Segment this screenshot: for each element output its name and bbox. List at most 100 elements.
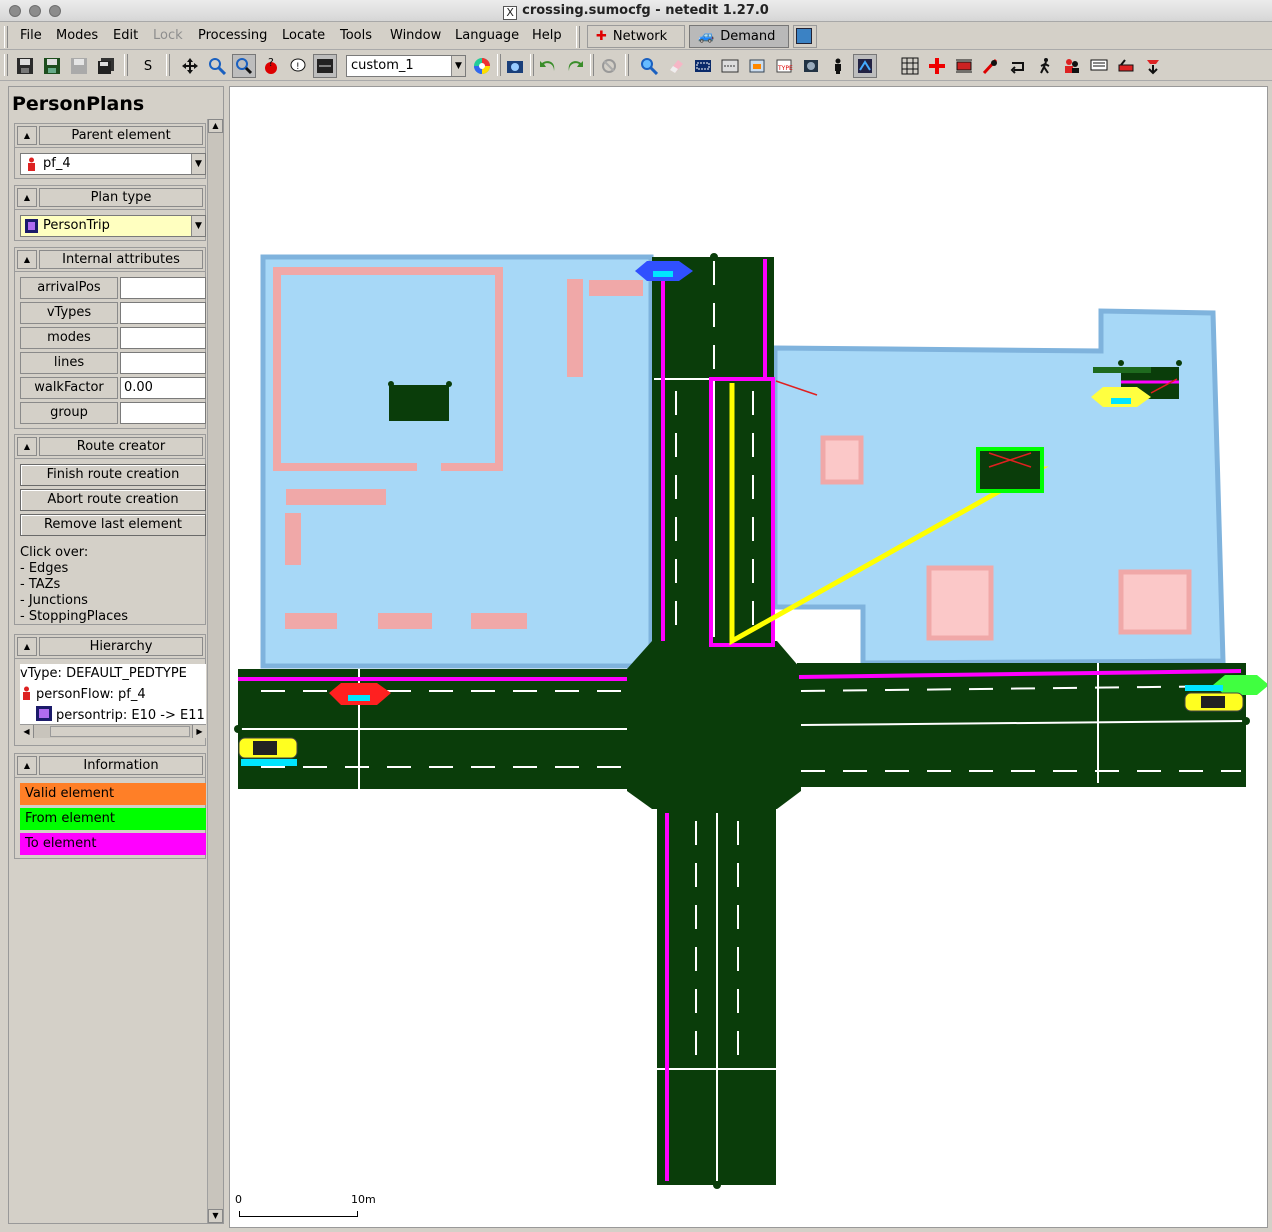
inspect-demand-button[interactable] <box>637 54 661 78</box>
scroll-left-icon[interactable]: ◀ <box>20 725 34 738</box>
group-input[interactable] <box>120 402 206 424</box>
delete-mode-button[interactable] <box>664 54 688 78</box>
save-demand-button[interactable] <box>94 54 118 78</box>
walkfactor-input[interactable]: 0.00 <box>120 377 206 399</box>
collapse-parent-element-button[interactable]: ▲ <box>17 126 37 145</box>
tooltip-button[interactable]: ! <box>286 54 310 78</box>
menu-processing[interactable]: Processing <box>198 28 267 43</box>
person-plan-mode-button[interactable] <box>853 54 877 78</box>
modes-input[interactable] <box>120 327 206 349</box>
person-plans-frame: PersonPlans ▲ ▼ ▲ Parent element pf_4 ▼ … <box>8 86 224 1224</box>
menu-modes[interactable]: Modes <box>56 28 98 43</box>
select-mode-button[interactable] <box>691 54 715 78</box>
toolbar-grip-7[interactable] <box>625 54 629 76</box>
network-canvas[interactable]: 0 10m <box>229 86 1268 1228</box>
scroll-thumb[interactable] <box>50 726 190 737</box>
taz-left[interactable] <box>260 254 654 669</box>
collapse-information-button[interactable]: ▲ <box>17 756 37 775</box>
attribute-label: lines <box>20 352 118 374</box>
transport-button[interactable] <box>1114 54 1138 78</box>
save-additionals-button[interactable] <box>67 54 91 78</box>
stop-mode-button[interactable] <box>799 54 823 78</box>
arrivalpos-input[interactable] <box>120 277 206 299</box>
supermode-grip[interactable] <box>576 26 580 48</box>
tree-item-vtype[interactable]: vType: DEFAULT_PEDTYPE <box>20 666 187 681</box>
hierarchy-horizontal-scrollbar[interactable]: ◀ ▶ <box>20 724 206 738</box>
color-scheme-select[interactable]: custom_1 ▼ <box>346 55 466 77</box>
junction-shape-button[interactable] <box>925 54 949 78</box>
save-all-button[interactable] <box>40 54 64 78</box>
collapse-internal-attributes-button[interactable]: ▲ <box>17 250 37 269</box>
parking-area[interactable] <box>389 385 449 421</box>
demand-mode-button[interactable]: 🚙 Demand <box>689 25 789 48</box>
loop-route-button[interactable] <box>1006 54 1030 78</box>
screenshot-button[interactable] <box>503 54 527 78</box>
undo-button[interactable] <box>536 54 560 78</box>
hierarchy-module: ▲ Hierarchy vType: DEFAULT_PEDTYPE perso… <box>14 634 206 746</box>
finish-route-button[interactable]: Finish route creation <box>20 464 206 486</box>
menu-language[interactable]: Language <box>455 28 519 43</box>
toolbar-grip-4[interactable] <box>497 54 501 76</box>
edit-coloring-button[interactable] <box>470 54 494 78</box>
menu-locate[interactable]: Locate <box>282 28 325 43</box>
network-mode-button[interactable]: ✚ Network <box>587 25 685 48</box>
menu-help[interactable]: Help <box>532 28 562 43</box>
tree-item-persontrip-label: persontrip: E10 -> E11 <box>56 708 205 723</box>
delete-help-button[interactable]: ? <box>259 54 283 78</box>
menu-lock[interactable]: Lock <box>153 28 183 43</box>
abort-route-button[interactable]: Abort route creation <box>20 489 206 511</box>
menu-window[interactable]: Window <box>390 28 441 43</box>
compute-button[interactable] <box>597 54 621 78</box>
parent-element-combo[interactable]: pf_4 ▼ <box>20 153 206 175</box>
zoom-button[interactable] <box>205 54 229 78</box>
parking-label-bar <box>1093 367 1151 373</box>
remove-last-element-button[interactable]: Remove last element <box>20 514 206 536</box>
route-creator-title: Route creator <box>39 437 203 456</box>
transhipment-button[interactable] <box>1141 54 1165 78</box>
toolbar-grip-2[interactable] <box>124 54 128 76</box>
menu-toggle-button[interactable] <box>313 54 337 78</box>
data-mode-button[interactable] <box>793 25 817 48</box>
locate-junction-button[interactable] <box>232 54 256 78</box>
scroll-right-icon[interactable]: ▶ <box>192 725 206 738</box>
window-title: crossing.sumocfg - netedit 1.27.0 <box>522 3 769 18</box>
plan-type-combo[interactable]: PersonTrip ▼ <box>20 215 206 237</box>
vtypes-input[interactable] <box>120 302 206 324</box>
person-mode-button[interactable] <box>826 54 850 78</box>
menu-tools[interactable]: Tools <box>340 28 372 43</box>
vehicle-mode-button[interactable] <box>745 54 769 78</box>
tree-item-persontrip[interactable]: persontrip: E10 -> E11 <box>36 706 205 723</box>
save-network-button[interactable] <box>13 54 37 78</box>
collapse-hierarchy-button[interactable]: ▲ <box>17 637 37 656</box>
toolbar-grip[interactable] <box>4 54 8 76</box>
scroll-down-icon[interactable]: ▼ <box>208 1209 223 1223</box>
frame-vertical-scrollbar[interactable]: ▲ ▼ <box>207 119 223 1223</box>
s-button[interactable]: S <box>136 54 160 78</box>
toolbar-grip-5[interactable] <box>530 54 534 76</box>
svg-text:TYPE: TYPE <box>777 65 793 72</box>
persons-icon <box>1065 59 1079 73</box>
scroll-up-icon[interactable]: ▲ <box>208 119 223 133</box>
network-view[interactable] <box>230 87 1268 1228</box>
walk-button[interactable] <box>1033 54 1057 78</box>
menu-file[interactable]: File <box>20 28 42 43</box>
spread-vehicles-button[interactable] <box>952 54 976 78</box>
person-plans-button[interactable] <box>1060 54 1084 78</box>
show-demand-button[interactable] <box>979 54 1003 78</box>
collapse-route-creator-button[interactable]: ▲ <box>17 437 37 456</box>
destination-stop[interactable] <box>976 447 1044 493</box>
route-mode-button[interactable] <box>718 54 742 78</box>
toolbar-grip-6[interactable] <box>590 54 594 76</box>
collapse-plan-type-button[interactable]: ▲ <box>17 188 37 207</box>
redo-button[interactable] <box>563 54 587 78</box>
menubar-grip[interactable] <box>4 26 8 48</box>
container-icon <box>1090 59 1108 71</box>
container-button[interactable] <box>1087 54 1111 78</box>
grid-toggle-button[interactable] <box>898 54 922 78</box>
lines-input[interactable] <box>120 352 206 374</box>
inspect-mode-button[interactable] <box>178 54 202 78</box>
menu-edit[interactable]: Edit <box>113 28 138 43</box>
type-mode-button[interactable]: TYPE <box>772 54 796 78</box>
toolbar-grip-3[interactable] <box>166 54 170 76</box>
tree-item-personflow[interactable]: personFlow: pf_4 <box>20 686 146 702</box>
